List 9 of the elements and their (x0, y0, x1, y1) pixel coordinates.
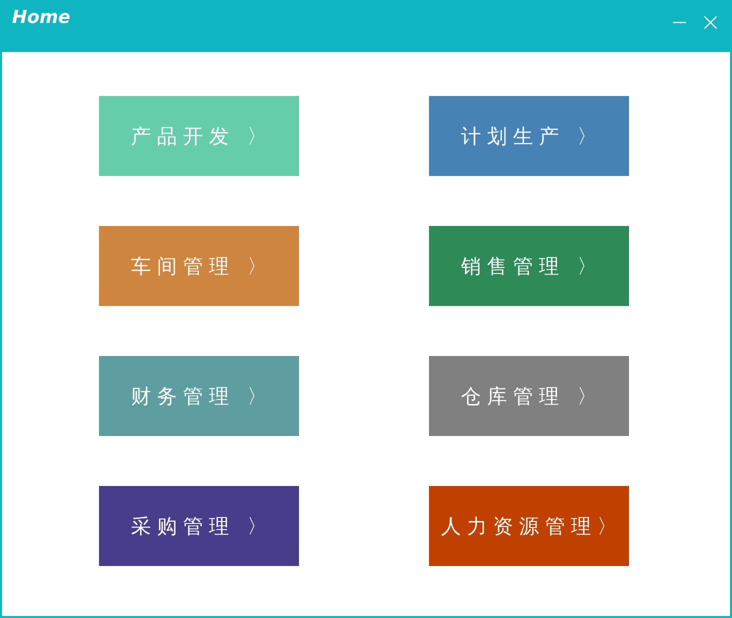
module-button[interactable]: 采购管理 〉 (99, 486, 299, 566)
module-button[interactable]: 财务管理 〉 (99, 356, 299, 436)
close-icon[interactable] (703, 15, 718, 30)
module-button[interactable]: 仓库管理 〉 (429, 356, 629, 436)
module-button[interactable]: 人力资源管理〉 (429, 486, 629, 566)
window-title: Home (12, 8, 70, 28)
module-button[interactable]: 车间管理 〉 (99, 226, 299, 306)
module-button[interactable]: 销售管理 〉 (429, 226, 629, 306)
module-button[interactable]: 计划生产 〉 (429, 96, 629, 176)
